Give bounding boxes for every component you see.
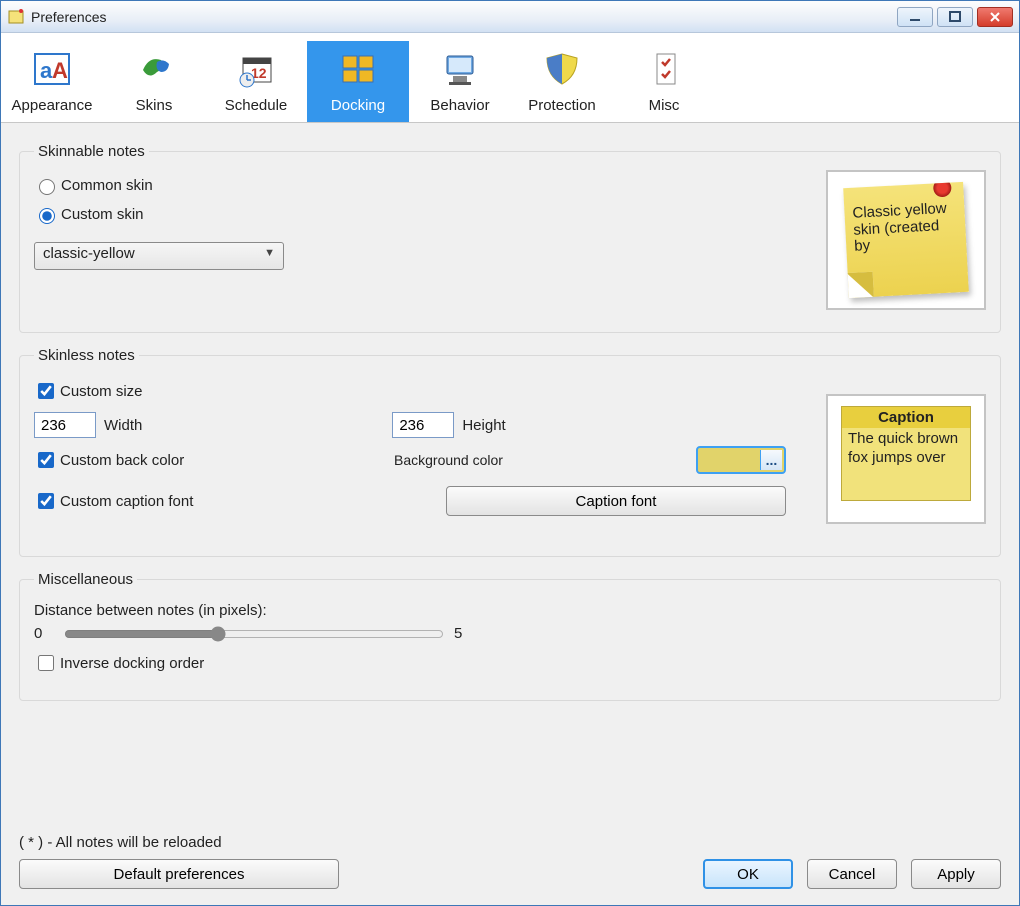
app-icon bbox=[7, 8, 25, 26]
tab-schedule[interactable]: 12 Schedule bbox=[205, 41, 307, 122]
bg-color-button[interactable]: ... bbox=[696, 446, 786, 474]
tab-skins[interactable]: Skins bbox=[103, 41, 205, 122]
tab-label: Misc bbox=[613, 97, 715, 114]
radio-label: Custom skin bbox=[61, 206, 144, 223]
checkbox-label: Custom size bbox=[60, 383, 143, 400]
protection-icon bbox=[511, 45, 613, 93]
tab-label: Skins bbox=[103, 97, 205, 114]
group-legend: Skinless notes bbox=[34, 347, 139, 364]
tab-label: Protection bbox=[511, 97, 613, 114]
group-skinless: Skinless notes Custom size Width Height … bbox=[19, 347, 1001, 557]
radio-common-skin[interactable] bbox=[39, 179, 55, 195]
skin-preview: Classic yellow skin (created by bbox=[826, 170, 986, 310]
skin-combobox[interactable]: classic-yellow bbox=[34, 242, 284, 270]
checkbox-label: Inverse docking order bbox=[60, 655, 204, 672]
ellipsis-icon: ... bbox=[760, 450, 782, 470]
skinless-preview: Caption The quick brown fox jumps over bbox=[826, 394, 986, 524]
group-skinnable: Skinnable notes Common skin Custom skin … bbox=[19, 143, 1001, 333]
skins-icon bbox=[103, 45, 205, 93]
radio-label: Common skin bbox=[61, 177, 153, 194]
footer: ( * ) - All notes will be reloaded Defau… bbox=[1, 824, 1019, 905]
combo-value: classic-yellow bbox=[43, 245, 135, 262]
preview-body: The quick brown fox jumps over bbox=[842, 428, 970, 500]
height-label: Height bbox=[462, 417, 505, 434]
tab-label: Appearance bbox=[1, 97, 103, 114]
tab-misc[interactable]: Misc bbox=[613, 41, 715, 122]
checkbox-custom-size[interactable] bbox=[38, 383, 54, 399]
window-title: Preferences bbox=[31, 9, 106, 25]
tab-appearance[interactable]: aA Appearance bbox=[1, 41, 103, 122]
caption-font-button[interactable]: Caption font bbox=[446, 486, 786, 516]
height-input[interactable] bbox=[392, 412, 454, 438]
tab-behavior[interactable]: Behavior bbox=[409, 41, 511, 122]
titlebar: Preferences bbox=[1, 1, 1019, 33]
minimize-button[interactable] bbox=[897, 7, 933, 27]
checkbox-custom-back-color[interactable] bbox=[38, 452, 54, 468]
tab-label: Schedule bbox=[205, 97, 307, 114]
width-label: Width bbox=[104, 417, 142, 434]
apply-button[interactable]: Apply bbox=[911, 859, 1001, 889]
content-area: Skinnable notes Common skin Custom skin … bbox=[1, 123, 1019, 824]
checkbox-label: Custom caption font bbox=[60, 493, 193, 510]
default-preferences-button[interactable]: Default preferences bbox=[19, 859, 339, 889]
svg-text:A: A bbox=[52, 58, 68, 83]
preview-text: Classic yellow skin (created by bbox=[852, 200, 947, 255]
group-misc: Miscellaneous Distance between notes (in… bbox=[19, 571, 1001, 701]
pin-icon bbox=[933, 182, 952, 198]
tab-bar: aA Appearance Skins 12 Schedule Docking bbox=[1, 33, 1019, 123]
cancel-button[interactable]: Cancel bbox=[807, 859, 897, 889]
schedule-icon: 12 bbox=[205, 45, 307, 93]
slider-min: 0 bbox=[34, 625, 54, 642]
sticky-note-preview: Classic yellow skin (created by bbox=[843, 182, 969, 298]
reload-footnote: ( * ) - All notes will be reloaded bbox=[19, 834, 1001, 851]
group-legend: Skinnable notes bbox=[34, 143, 149, 160]
checkbox-label: Custom back color bbox=[60, 452, 184, 469]
appearance-icon: aA bbox=[1, 45, 103, 93]
bg-color-label: Background color bbox=[394, 452, 503, 468]
distance-slider[interactable] bbox=[64, 626, 444, 642]
maximize-button[interactable] bbox=[937, 7, 973, 27]
preferences-window: Preferences aA Appearance Skins 12 Sched… bbox=[0, 0, 1020, 906]
misc-icon bbox=[613, 45, 715, 93]
docking-icon bbox=[307, 45, 409, 93]
fold-icon bbox=[847, 272, 874, 298]
close-button[interactable] bbox=[977, 7, 1013, 27]
preview-caption: Caption bbox=[842, 407, 970, 428]
checkbox-custom-caption-font[interactable] bbox=[38, 493, 54, 509]
tab-label: Behavior bbox=[409, 97, 511, 114]
radio-custom-skin[interactable] bbox=[39, 208, 55, 224]
distance-label: Distance between notes (in pixels): bbox=[34, 602, 986, 619]
skinless-note: Caption The quick brown fox jumps over bbox=[841, 406, 971, 501]
behavior-icon bbox=[409, 45, 511, 93]
ok-button[interactable]: OK bbox=[703, 859, 793, 889]
tab-protection[interactable]: Protection bbox=[511, 41, 613, 122]
slider-max: 5 bbox=[454, 625, 474, 642]
width-input[interactable] bbox=[34, 412, 96, 438]
group-legend: Miscellaneous bbox=[34, 571, 137, 588]
tab-docking[interactable]: Docking bbox=[307, 41, 409, 122]
tab-label: Docking bbox=[307, 97, 409, 114]
checkbox-inverse-docking[interactable] bbox=[38, 655, 54, 671]
